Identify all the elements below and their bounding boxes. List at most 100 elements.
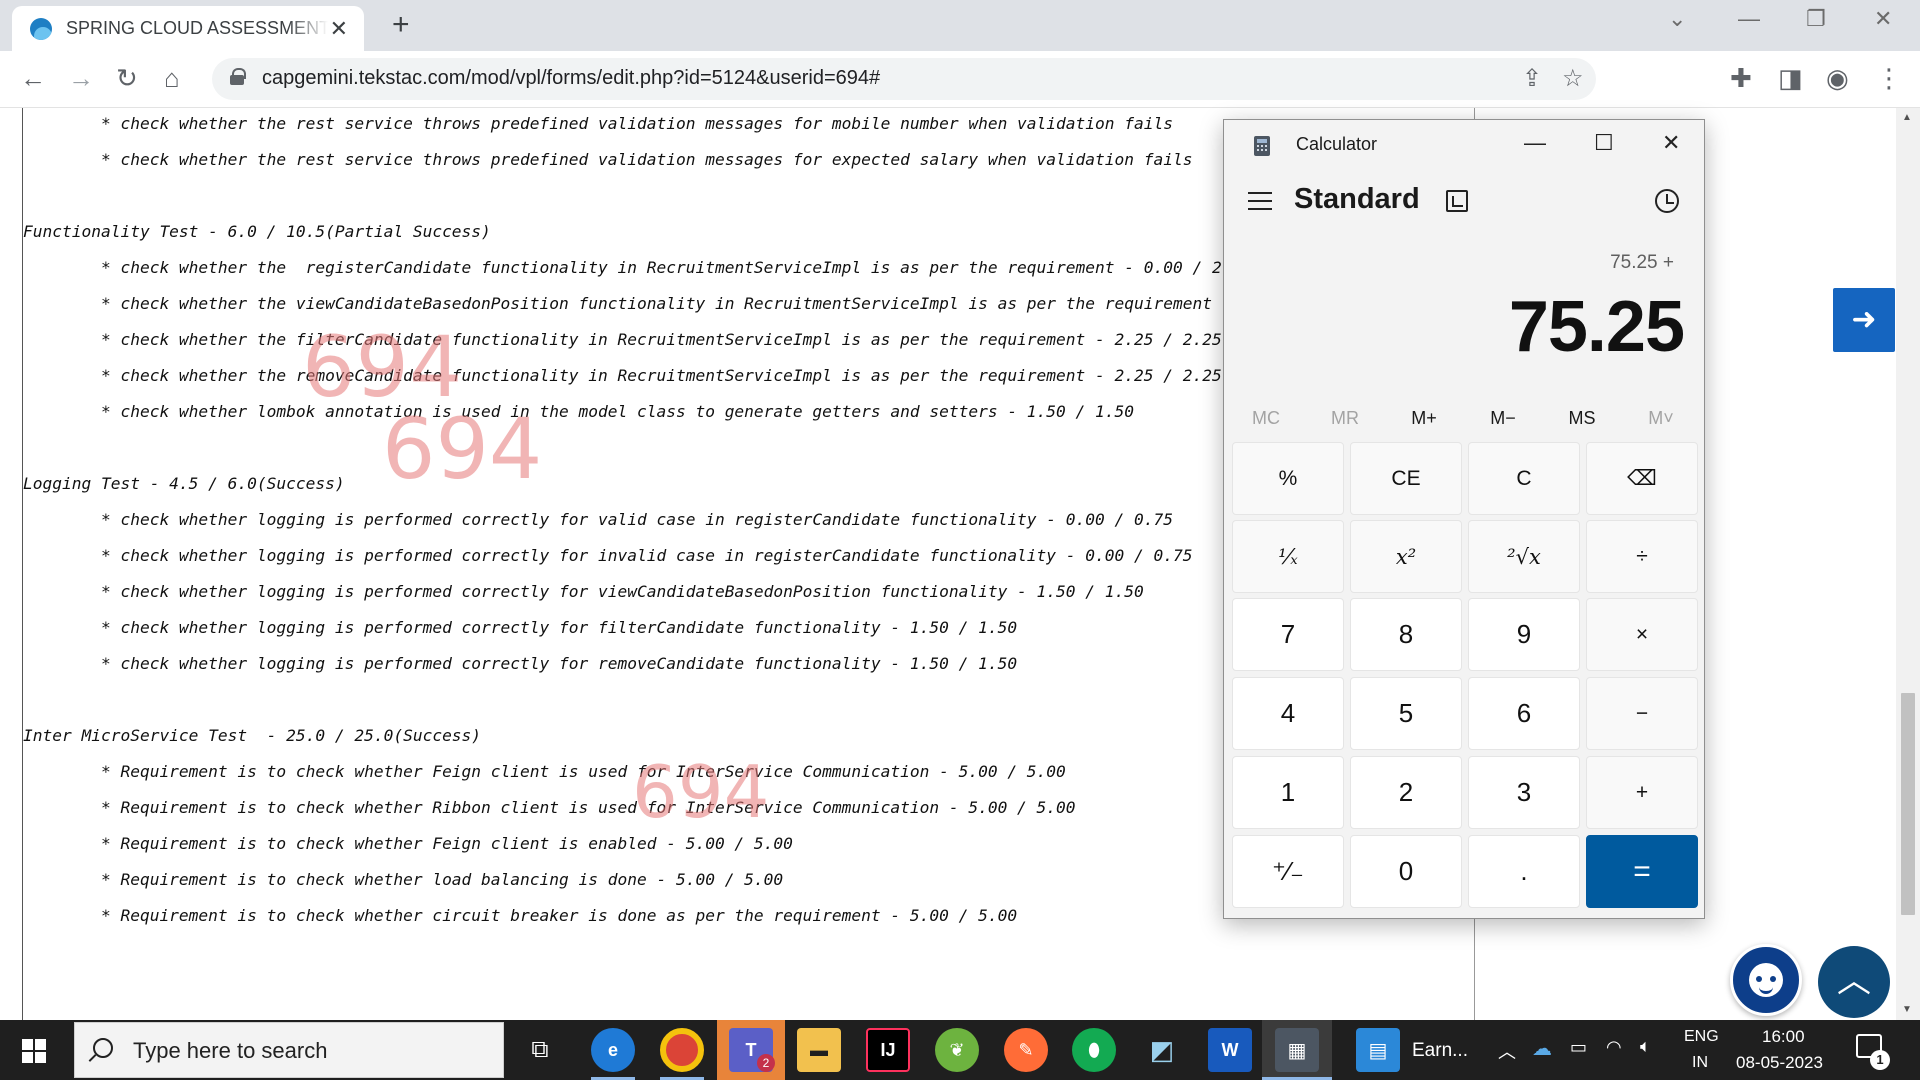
page-scrollbar[interactable]: ▲ ▼ bbox=[1896, 108, 1920, 1020]
search-icon bbox=[93, 1038, 113, 1058]
negate-key[interactable]: ⁺⁄₋ bbox=[1232, 835, 1344, 908]
report-check-line: * check whether the filterCandidate func… bbox=[23, 330, 1222, 349]
lock-icon[interactable] bbox=[230, 68, 246, 85]
plus-key[interactable]: + bbox=[1586, 756, 1698, 829]
intellij-icon[interactable]: IJ bbox=[866, 1028, 910, 1072]
decimal-key[interactable]: . bbox=[1468, 835, 1580, 908]
digit-3-key[interactable]: 3 bbox=[1468, 756, 1580, 829]
task-view-icon[interactable]: ⧉ bbox=[518, 1028, 562, 1072]
windows-start-icon[interactable] bbox=[22, 1039, 46, 1063]
backspace-key[interactable]: ⌫ bbox=[1586, 442, 1698, 515]
reload-icon[interactable]: ↻ bbox=[116, 61, 138, 95]
digit-0-key[interactable]: 0 bbox=[1350, 835, 1462, 908]
digit-1-key[interactable]: 1 bbox=[1232, 756, 1344, 829]
clock-date[interactable]: 08-05-2023 bbox=[1736, 1053, 1823, 1073]
earn-taskbar-item[interactable]: ▤ Earn... bbox=[1352, 1020, 1472, 1080]
url-text[interactable]: capgemini.tekstac.com/mod/vpl/forms/edit… bbox=[262, 67, 880, 90]
calculator-display: 75.25 bbox=[1508, 287, 1685, 367]
chrome-browser-icon[interactable] bbox=[660, 1028, 704, 1072]
postman-icon[interactable]: ✎ bbox=[1004, 1028, 1048, 1072]
history-icon[interactable] bbox=[1655, 189, 1679, 213]
digit-4-key[interactable]: 4 bbox=[1232, 677, 1344, 750]
speaker-muted-icon[interactable]: 🔈︎ bbox=[1640, 1036, 1651, 1057]
teams-taskbar-item[interactable]: T 2 bbox=[717, 1020, 785, 1080]
tab-close-icon[interactable]: ✕ bbox=[330, 16, 348, 42]
scroll-down-arrow-icon[interactable]: ▼ bbox=[1902, 1004, 1912, 1015]
bookmark-star-icon[interactable]: ☆ bbox=[1562, 64, 1584, 93]
notepad-icon[interactable]: ◩ bbox=[1140, 1028, 1184, 1072]
address-bar[interactable]: capgemini.tekstac.com/mod/vpl/forms/edit… bbox=[212, 58, 1596, 100]
memory-button-5[interactable]: M˅ bbox=[1626, 408, 1696, 429]
browser-menu-icon[interactable]: ⋮ bbox=[1876, 61, 1902, 95]
back-arrow-icon[interactable]: ← bbox=[20, 61, 46, 95]
language-indicator-bottom[interactable]: IN bbox=[1692, 1054, 1708, 1072]
edge-browser-icon[interactable]: e bbox=[591, 1028, 635, 1072]
chatbot-button[interactable] bbox=[1730, 944, 1802, 1016]
digit-5-key[interactable]: 5 bbox=[1350, 677, 1462, 750]
memory-button-2[interactable]: M+ bbox=[1389, 408, 1459, 429]
scroll-up-arrow-icon[interactable]: ▲ bbox=[1902, 112, 1912, 123]
back-arrow-button[interactable]: ➜ bbox=[1833, 288, 1895, 352]
wifi-icon[interactable]: ◠ bbox=[1606, 1037, 1622, 1058]
extensions-puzzle-icon[interactable]: ✚ bbox=[1730, 61, 1752, 95]
share-icon[interactable]: ⇪ bbox=[1522, 64, 1542, 93]
forward-arrow-icon[interactable]: → bbox=[68, 61, 94, 95]
taskbar-search-box[interactable]: Type here to search bbox=[74, 1022, 504, 1078]
calculator-taskbar-item[interactable]: ▦ bbox=[1262, 1020, 1332, 1080]
report-check-line: * check whether logging is performed cor… bbox=[23, 510, 1173, 529]
digit-8-key[interactable]: 8 bbox=[1350, 598, 1462, 671]
report-check-line: * check whether the registerCandidate fu… bbox=[23, 258, 1251, 277]
browser-tab[interactable]: SPRING CLOUD ASSESSMENT Em ✕ bbox=[12, 6, 364, 51]
calculator-close-icon[interactable]: ✕ bbox=[1662, 130, 1680, 156]
digit-6-key[interactable]: 6 bbox=[1468, 677, 1580, 750]
memory-button-3[interactable]: M− bbox=[1468, 408, 1538, 429]
side-panel-icon[interactable]: ◨ bbox=[1778, 61, 1803, 95]
document-app-icon: ▤ bbox=[1356, 1028, 1400, 1072]
divide-key[interactable]: ÷ bbox=[1586, 520, 1698, 593]
report-check-line: * check whether the rest service throws … bbox=[23, 114, 1173, 133]
keep-on-top-icon[interactable] bbox=[1446, 190, 1468, 212]
tab-search-chevron-icon[interactable]: ⌄ bbox=[1668, 6, 1686, 32]
scroll-to-top-button[interactable]: ︿ bbox=[1818, 946, 1890, 1018]
hamburger-menu-icon[interactable] bbox=[1248, 192, 1272, 210]
mongodb-compass-icon[interactable]: ⬮ bbox=[1072, 1028, 1116, 1072]
browser-restore-icon[interactable]: ❐ bbox=[1806, 6, 1826, 32]
clear-entry-key[interactable]: CE bbox=[1350, 442, 1462, 515]
language-indicator-top[interactable]: ENG bbox=[1684, 1028, 1719, 1046]
reciprocal-key[interactable]: ¹⁄ₓ bbox=[1232, 520, 1344, 593]
chatbot-face-icon bbox=[1749, 963, 1783, 997]
report-section-heading: Inter MicroService Test - 25.0 / 25.0(Su… bbox=[23, 726, 482, 745]
calculator-maximize-icon[interactable]: ☐ bbox=[1594, 130, 1614, 156]
profile-avatar-icon[interactable]: ◉ bbox=[1826, 61, 1849, 95]
multiply-key[interactable]: × bbox=[1586, 598, 1698, 671]
clear-key[interactable]: C bbox=[1468, 442, 1580, 515]
browser-minimize-icon[interactable]: — bbox=[1738, 6, 1760, 32]
file-explorer-icon[interactable]: ▬ bbox=[797, 1028, 841, 1072]
minus-key[interactable]: − bbox=[1586, 677, 1698, 750]
calculator-window[interactable]: Calculator — ☐ ✕ Standard 75.25 + 75.25 … bbox=[1223, 119, 1705, 919]
digit-5-key-label: 5 bbox=[1398, 698, 1414, 728]
calculator-titlebar[interactable]: Calculator — ☐ ✕ bbox=[1224, 120, 1704, 170]
percent-key[interactable]: % bbox=[1232, 442, 1344, 515]
clock-time[interactable]: 16:00 bbox=[1762, 1027, 1805, 1047]
square-key[interactable]: x² bbox=[1350, 520, 1462, 593]
onedrive-cloud-icon[interactable]: ☁ bbox=[1532, 1036, 1552, 1061]
square-root-key[interactable]: ²√x bbox=[1468, 520, 1580, 593]
memory-button-4[interactable]: MS bbox=[1547, 408, 1617, 429]
equals-key[interactable]: = bbox=[1586, 835, 1698, 908]
scrollbar-thumb[interactable] bbox=[1901, 693, 1915, 915]
battery-icon[interactable]: ▭ bbox=[1570, 1037, 1587, 1058]
browser-close-icon[interactable]: ✕ bbox=[1874, 6, 1892, 32]
word-icon[interactable]: W bbox=[1208, 1028, 1252, 1072]
new-tab-button[interactable]: + bbox=[392, 8, 410, 42]
tray-chevron-up-icon[interactable]: ︿ bbox=[1498, 1038, 1516, 1064]
memory-button-1[interactable]: MR bbox=[1310, 408, 1380, 429]
decimal-key-label: . bbox=[1520, 856, 1528, 886]
spring-tools-icon[interactable]: ❦ bbox=[935, 1028, 979, 1072]
digit-2-key[interactable]: 2 bbox=[1350, 756, 1462, 829]
calculator-minimize-icon[interactable]: — bbox=[1524, 130, 1546, 156]
memory-button-0[interactable]: MC bbox=[1231, 408, 1301, 429]
home-icon[interactable]: ⌂ bbox=[164, 61, 180, 95]
digit-9-key[interactable]: 9 bbox=[1468, 598, 1580, 671]
digit-7-key[interactable]: 7 bbox=[1232, 598, 1344, 671]
